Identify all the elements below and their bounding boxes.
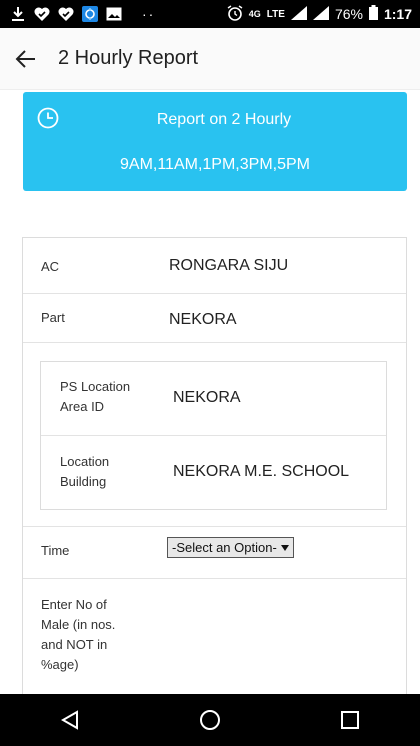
heart-shield-icon: [34, 6, 50, 22]
status-bar: ·· 4G LTE 76% 1:17: [0, 0, 420, 28]
male-count-row: Enter No of Male (in nos. and NOT in %ag…: [23, 579, 406, 708]
time-row: Time -Select an Option-: [23, 527, 406, 579]
app-bar: 2 Hourly Report: [0, 28, 420, 90]
battery-percent: 76%: [334, 6, 363, 22]
nav-home-button[interactable]: [186, 700, 234, 740]
part-value: NEKORA: [169, 311, 237, 328]
ac-value: RONGARA SIJU: [169, 257, 289, 274]
part-row: Part NEKORA: [23, 294, 406, 343]
lte-label: LTE: [266, 8, 285, 20]
report-form: AC RONGARA SIJU Part NEKORA PS Location …: [22, 237, 407, 707]
screen: ·· 4G LTE 76% 1:17 2 Hourly Report Repor…: [0, 0, 420, 746]
ps-section-divider: [23, 343, 406, 527]
time-select-value: -Select an Option-: [172, 540, 277, 555]
male-count-label-line4: %age): [41, 657, 79, 672]
male-count-label: Enter No of Male (in nos. and NOT in %ag…: [41, 595, 115, 675]
male-count-label-line3: and NOT in: [41, 637, 108, 652]
banner-title: Report on 2 Hourly: [156, 111, 292, 128]
male-count-label-line1: Enter No of: [41, 597, 107, 612]
network-type: 4G: [248, 8, 261, 19]
circle-home-icon: [200, 710, 220, 730]
arrow-back-icon: [15, 49, 35, 68]
triangle-back-icon: [61, 710, 78, 730]
image-icon: [106, 6, 122, 22]
square-recents-icon: [341, 711, 359, 729]
download-icon: [10, 6, 26, 22]
ac-label: AC: [41, 259, 60, 274]
clock-time: 1:17: [383, 6, 412, 22]
ac-row: AC RONGARA SIJU: [23, 238, 406, 294]
part-label: Part: [41, 310, 65, 325]
male-count-label-line2: Male (in nos.: [41, 617, 116, 632]
app-notification-icon: [82, 6, 98, 22]
more-notifications-dots: ··: [142, 6, 156, 22]
back-button[interactable]: [2, 35, 50, 83]
network-4g-label: 4G: [248, 8, 261, 19]
page-title: 2 Hourly Report: [58, 47, 199, 69]
time-label: Time: [41, 543, 70, 558]
alarm-icon: [227, 4, 243, 24]
dropdown-arrow-icon: [280, 544, 289, 551]
nav-recents-button[interactable]: [326, 700, 374, 740]
signal-icon: [290, 5, 307, 23]
battery-icon: [368, 5, 378, 23]
heart-shield-icon: [58, 6, 74, 22]
signal-icon: [312, 5, 329, 23]
nav-back-button[interactable]: [46, 700, 94, 740]
report-banner: Report on 2 Hourly 9AM,11AM,1PM,3PM,5PM: [23, 92, 407, 191]
banner-times: 9AM,11AM,1PM,3PM,5PM: [120, 156, 310, 173]
time-select[interactable]: -Select an Option-: [167, 537, 294, 558]
navigation-bar: [0, 694, 420, 746]
